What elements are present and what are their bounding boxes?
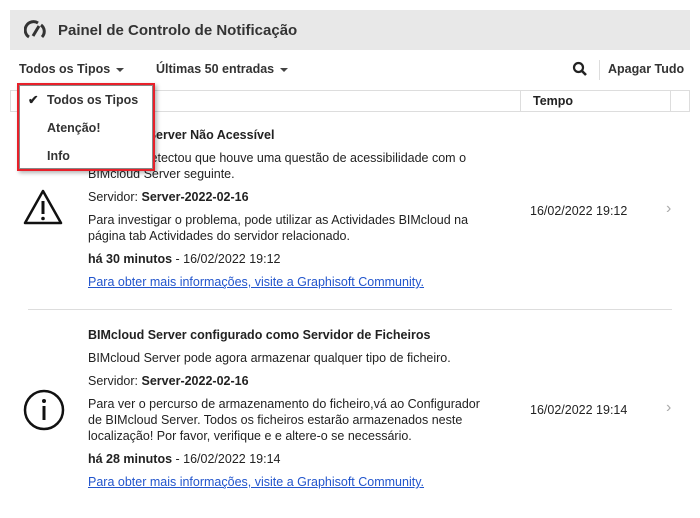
column-time[interactable]: Tempo xyxy=(520,91,670,111)
server-line: Servidor: Server-2022-02-16 xyxy=(88,189,488,205)
server-name: Server-2022-02-16 xyxy=(141,190,249,204)
type-filter-label: Todos os Tipos xyxy=(19,62,111,76)
notification-detail: Para investigar o problema, pode utiliza… xyxy=(88,213,469,243)
server-label: Servidor: xyxy=(88,374,139,388)
search-icon[interactable] xyxy=(572,61,588,77)
menu-item-all-types[interactable]: Todos os Tipos xyxy=(47,93,138,107)
relative-time: há 28 minutos xyxy=(88,452,173,466)
menu-item-info[interactable]: Info xyxy=(47,149,70,163)
server-label: Servidor: xyxy=(88,190,139,204)
row-time: 16/02/2022 19:12 xyxy=(530,204,628,218)
toolbar: Todos os Tipos Últimas 50 entradas Apaga… xyxy=(19,60,690,80)
caret-down-icon xyxy=(280,67,289,72)
menu-item-attention[interactable]: Atenção! xyxy=(47,121,100,135)
community-link[interactable]: Para obter mais informações, visite a Gr… xyxy=(88,275,424,289)
divider xyxy=(599,60,600,80)
panel-header: Painel de Controlo de Notificação xyxy=(10,10,690,50)
check-icon: ✔ xyxy=(28,93,39,107)
notification-description: BIMcloud Server pode agora armazenar qua… xyxy=(88,351,451,365)
row-time: 16/02/2022 19:14 xyxy=(530,403,628,417)
info-icon xyxy=(23,389,65,431)
community-link[interactable]: Para obter mais informações, visite a Gr… xyxy=(88,475,424,489)
notification-body: BIMcloud Server configurado como Servido… xyxy=(88,327,488,497)
caret-down-icon xyxy=(116,67,125,72)
server-line: Servidor: Server-2022-02-16 xyxy=(88,373,488,389)
timestamp-line: há 30 minutos - 16/02/2022 19:12 xyxy=(88,251,488,267)
row-divider xyxy=(28,309,672,310)
gauge-icon xyxy=(24,20,46,39)
entries-filter-dropdown[interactable]: Últimas 50 entradas xyxy=(156,62,289,76)
notification-detail: Para ver o percurso de armazenamento do … xyxy=(88,397,480,443)
page-title: Painel de Controlo de Notificação xyxy=(58,21,298,39)
chevron-right-icon[interactable]: › xyxy=(666,399,671,417)
absolute-time: - 16/02/2022 19:14 xyxy=(172,452,281,466)
warning-icon xyxy=(23,189,63,225)
absolute-time: - 16/02/2022 19:12 xyxy=(172,252,281,266)
notification-title: BIMcloud Server configurado como Servido… xyxy=(88,328,431,342)
server-name: Server-2022-02-16 xyxy=(141,374,249,388)
clear-all-button[interactable]: Apagar Tudo xyxy=(608,62,684,76)
column-empty xyxy=(670,91,690,111)
type-filter-menu: ✔ Todos os Tipos Atenção! Info xyxy=(17,83,155,171)
timestamp-line: há 28 minutos - 16/02/2022 19:14 xyxy=(88,451,488,467)
entries-filter-label: Últimas 50 entradas xyxy=(156,62,275,76)
relative-time: há 30 minutos xyxy=(88,252,173,266)
type-filter-dropdown[interactable]: Todos os Tipos xyxy=(19,62,125,76)
chevron-right-icon[interactable]: › xyxy=(666,200,671,218)
